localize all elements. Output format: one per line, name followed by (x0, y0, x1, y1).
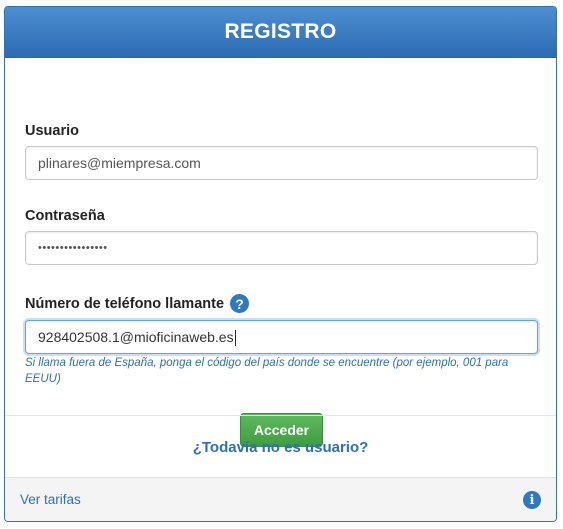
text-caret (234, 330, 236, 347)
panel-title: REGISTRO (224, 20, 337, 43)
phone-input-value: 928402508.1@mioficinaweb.es (38, 329, 234, 345)
info-circle-icon[interactable]: i (523, 491, 541, 509)
user-input-value: plinares@miempresa.com (38, 155, 201, 171)
signup-link[interactable]: ¿Todavía no es usuario? (5, 439, 556, 456)
user-label: Usuario (25, 123, 79, 139)
password-input-value: •••••••••••••••• (38, 242, 108, 254)
password-input[interactable]: •••••••••••••••• (25, 231, 538, 265)
phone-input[interactable]: 928402508.1@mioficinaweb.es (25, 320, 538, 354)
divider (5, 415, 556, 416)
registration-panel: REGISTRO Usuario plinares@miempresa.com … (4, 6, 557, 522)
phone-hint: Si llama fuera de España, ponga el códig… (25, 357, 509, 385)
password-label: Contraseña (25, 208, 105, 224)
phone-label: Número de teléfono llamante (25, 295, 225, 312)
question-circle-icon[interactable]: ? (230, 294, 250, 313)
user-input[interactable]: plinares@miempresa.com (25, 146, 538, 180)
pricing-link[interactable]: Ver tarifas (20, 492, 81, 507)
panel-header: REGISTRO (5, 7, 556, 58)
phone-label-row: Número de teléfono llamante ? (25, 294, 250, 313)
login-form: Usuario plinares@miempresa.com Contraseñ… (5, 58, 556, 447)
panel-footer: Ver tarifas i (5, 477, 556, 521)
